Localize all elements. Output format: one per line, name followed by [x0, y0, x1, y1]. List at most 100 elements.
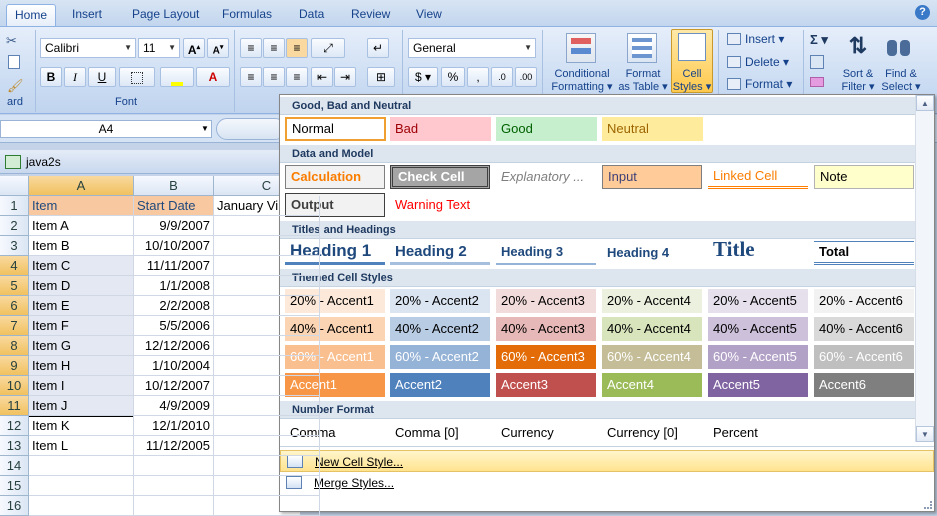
column-header-a[interactable]: A	[29, 176, 134, 196]
grid-cell[interactable]	[134, 496, 214, 516]
style-accent-2[interactable]: Accent2	[390, 373, 490, 397]
grid-cell[interactable]: 4/9/2009	[134, 396, 214, 416]
grid-cell[interactable]: Item C	[29, 256, 134, 276]
row-header[interactable]: 8	[0, 336, 29, 356]
row-header[interactable]: 16	[0, 496, 29, 516]
grid-cell[interactable]: Item G	[29, 336, 134, 356]
format-as-table-button[interactable]: Format as Table ▾	[616, 68, 670, 94]
font-name-combo[interactable]: Calibri ▼	[40, 38, 136, 58]
grid-cell[interactable]	[214, 436, 320, 456]
increase-indent-icon[interactable]: ⇥	[334, 67, 356, 87]
orientation-icon[interactable]: ⤢	[311, 38, 345, 58]
style-bad[interactable]: Bad	[390, 117, 491, 141]
autosum-button[interactable]: Σ ▾	[810, 32, 828, 48]
find-select-button[interactable]: Find & Select ▾	[878, 68, 924, 94]
grid-cell[interactable]: 5/5/2006	[134, 316, 214, 336]
style-accent40-4[interactable]: 40% - Accent4	[602, 317, 702, 341]
tab-view[interactable]: View	[408, 4, 450, 26]
row-header[interactable]: 10	[0, 376, 29, 396]
grid-cell[interactable]: 12/12/2006	[134, 336, 214, 356]
style-accent40-5[interactable]: 40% - Accent5	[708, 317, 808, 341]
style-accent20-6[interactable]: 20% - Accent6	[814, 289, 914, 313]
bold-button[interactable]: B	[40, 67, 62, 87]
style-good[interactable]: Good	[496, 117, 597, 141]
grid-cell[interactable]: 10/10/2007	[134, 236, 214, 256]
style-accent60-2[interactable]: 60% - Accent2	[390, 345, 490, 369]
style-explanatory[interactable]: Explanatory ...	[496, 165, 596, 189]
grid-cell[interactable]: Item E	[29, 296, 134, 316]
grid-cell[interactable]	[29, 456, 134, 476]
conditional-formatting-button[interactable]: Conditional Formatting ▾	[546, 68, 618, 94]
name-box[interactable]: A4	[0, 120, 212, 138]
tab-page-layout[interactable]: Page Layout	[124, 4, 207, 26]
row-header[interactable]: 13	[0, 436, 29, 456]
grid-cell[interactable]: 1/10/2004	[134, 356, 214, 376]
style-accent40-6[interactable]: 40% - Accent6	[814, 317, 914, 341]
style-accent60-6[interactable]: 60% - Accent6	[814, 345, 914, 369]
style-accent40-3[interactable]: 40% - Accent3	[496, 317, 596, 341]
style-accent20-4[interactable]: 20% - Accent4	[602, 289, 702, 313]
merge-center-icon[interactable]: ⊞	[367, 67, 395, 87]
grid-cell[interactable]: Item F	[29, 316, 134, 336]
grid-cell[interactable]	[214, 276, 320, 296]
select-all-corner[interactable]	[0, 176, 29, 196]
grid-cell[interactable]: 2/2/2008	[134, 296, 214, 316]
row-header[interactable]: 12	[0, 416, 29, 436]
grid-cell[interactable]	[214, 236, 320, 256]
tab-data[interactable]: Data	[291, 4, 332, 26]
italic-button[interactable]: I	[64, 67, 86, 87]
tab-formulas[interactable]: Formulas	[214, 4, 280, 26]
style-heading-2[interactable]: Heading 2	[390, 241, 490, 265]
tab-insert[interactable]: Insert	[64, 4, 110, 26]
underline-button[interactable]: U	[88, 67, 116, 87]
format-painter-icon[interactable]: 🖌	[7, 78, 24, 93]
style-input[interactable]: Input	[602, 165, 702, 189]
row-header[interactable]: 5	[0, 276, 29, 296]
grid-cell[interactable]: Item D	[29, 276, 134, 296]
grid-cell[interactable]	[134, 456, 214, 476]
style-accent20-5[interactable]: 20% - Accent5	[708, 289, 808, 313]
gallery-scrollbar[interactable]: ▲ ▼	[915, 95, 934, 442]
number-format-combo[interactable]: General ▼	[408, 38, 536, 58]
scroll-up-icon[interactable]: ▲	[916, 95, 934, 111]
style-warning-text[interactable]: Warning Text	[390, 193, 490, 217]
grid-cell[interactable]: Item A	[29, 216, 134, 236]
grid-cell[interactable]	[29, 476, 134, 496]
help-icon[interactable]: ?	[915, 5, 930, 20]
style-comma-0[interactable]: Comma [0]	[390, 421, 490, 445]
grid-cell[interactable]: January Vi	[214, 196, 320, 216]
align-right-icon[interactable]: ≡	[286, 67, 308, 87]
percent-button[interactable]: %	[441, 67, 465, 87]
style-accent20-2[interactable]: 20% - Accent2	[390, 289, 490, 313]
clear-icon[interactable]	[810, 77, 824, 87]
align-top-icon[interactable]: ≡	[240, 38, 262, 58]
grid-cell[interactable]	[29, 496, 134, 516]
grid-cell[interactable]: Item I	[29, 376, 134, 396]
style-accent40-2[interactable]: 40% - Accent2	[390, 317, 490, 341]
align-left-icon[interactable]: ≡	[240, 67, 262, 87]
insert-cells-button[interactable]: Insert ▾	[745, 32, 784, 46]
grid-cell[interactable]	[214, 316, 320, 336]
style-currency[interactable]: Currency	[496, 421, 596, 445]
grid-cell[interactable]	[214, 376, 320, 396]
grid-cell[interactable]	[214, 296, 320, 316]
grid-cell[interactable]: Item	[29, 196, 134, 216]
row-header[interactable]: 11	[0, 396, 29, 416]
decrease-decimal-icon[interactable]: .00	[515, 67, 537, 87]
cut-icon[interactable]: ✂	[6, 33, 24, 49]
style-accent60-3[interactable]: 60% - Accent3	[496, 345, 596, 369]
grid-cell[interactable]	[214, 396, 320, 416]
format-as-table-icon[interactable]	[627, 33, 657, 63]
new-cell-style-item[interactable]: New Cell Style...	[280, 450, 934, 472]
grid-cell[interactable]	[214, 496, 320, 516]
row-header[interactable]: 6	[0, 296, 29, 316]
align-middle-icon[interactable]: ≡	[263, 38, 285, 58]
grid-cell[interactable]: Item H	[29, 356, 134, 376]
comma-style-button[interactable]: ,	[467, 67, 489, 87]
font-size-combo[interactable]: 11 ▼	[138, 38, 180, 58]
borders-button[interactable]	[119, 67, 155, 87]
style-percent[interactable]: Percent	[708, 421, 808, 445]
style-note[interactable]: Note	[814, 165, 914, 189]
row-header[interactable]: 14	[0, 456, 29, 476]
style-accent60-4[interactable]: 60% - Accent4	[602, 345, 702, 369]
